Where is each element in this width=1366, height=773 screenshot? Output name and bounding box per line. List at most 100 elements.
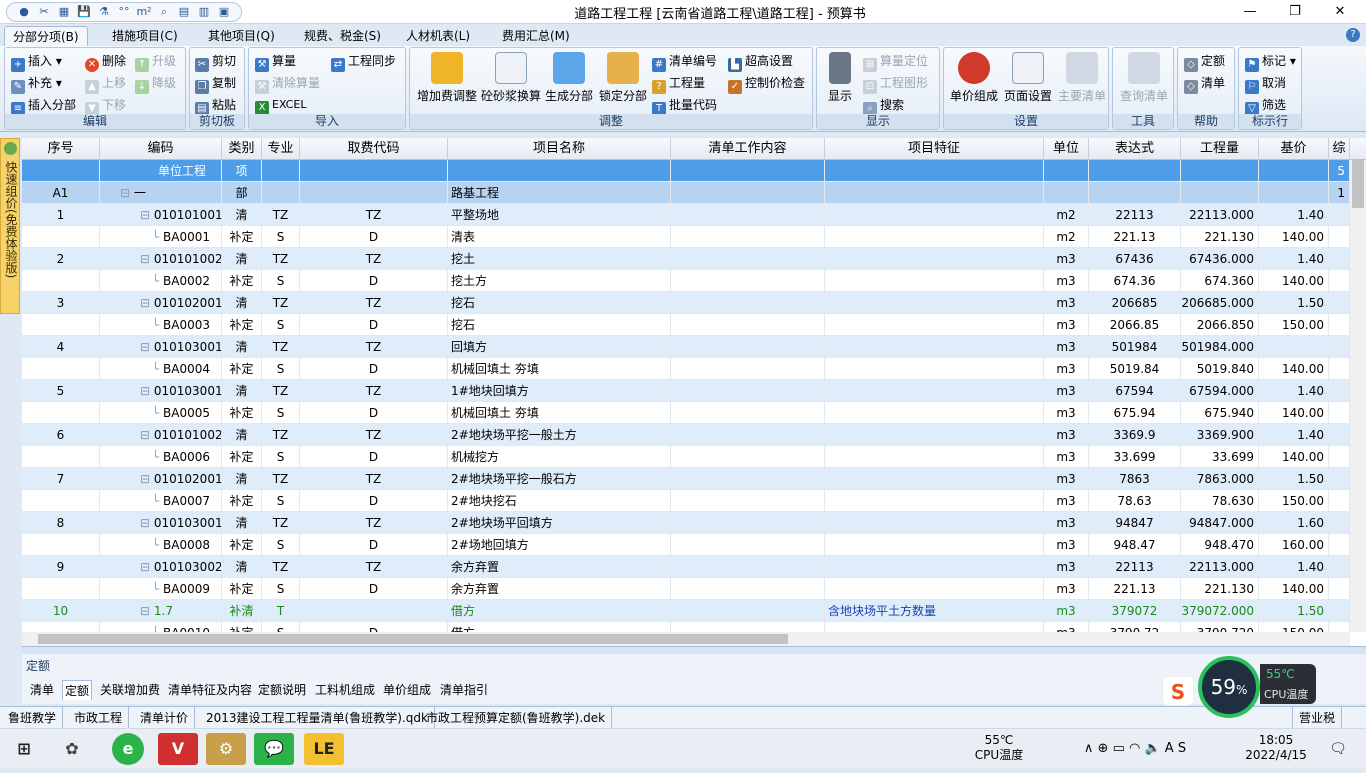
cell-specialty[interactable]: S <box>262 534 300 556</box>
cell-expression[interactable]: 221.13 <box>1089 226 1181 248</box>
cell-code[interactable]: 单位工程 <box>100 160 222 182</box>
cell-fee-code[interactable]: TZ <box>300 336 448 358</box>
cell-category[interactable]: 补定 <box>222 314 262 336</box>
table-row[interactable]: └ BA0004 补定 S D 机械回填土 夯填 m3 5019.84 5019.840 140… <box>22 358 1350 380</box>
cell-work-content[interactable] <box>671 248 825 270</box>
table-row[interactable]: └ BA0003 补定 S D 挖石 m3 2066.85 2066.850 150.00 <box>22 314 1350 336</box>
cell-composite[interactable] <box>1329 314 1350 336</box>
cell-code[interactable]: ⊟ 010102001002 <box>100 468 222 490</box>
cell-item-name[interactable]: 借方 <box>448 600 671 622</box>
cell-item-name[interactable]: 2#地块挖石 <box>448 490 671 512</box>
cell-fee-code[interactable]: TZ <box>300 424 448 446</box>
cell-code[interactable]: └ BA0003 <box>100 314 222 336</box>
cell-category[interactable]: 补定 <box>222 270 262 292</box>
cell-expression[interactable] <box>1089 182 1181 204</box>
cell-specialty[interactable]: T <box>262 600 300 622</box>
cell-item-name[interactable]: 2#场地回填方 <box>448 534 671 556</box>
cell-work-content[interactable] <box>671 512 825 534</box>
cell-quantity[interactable]: 67594.000 <box>1181 380 1259 402</box>
cell-code[interactable]: ⊟ 010103002001 <box>100 556 222 578</box>
cell-seq[interactable] <box>22 446 100 468</box>
cell-item-name[interactable]: 平整场地 <box>448 204 671 226</box>
tree-collapse-icon[interactable]: ⊟ <box>140 208 154 222</box>
header-col-specialty[interactable]: 专业 <box>262 138 300 160</box>
downgrade-button[interactable]: ↓ 降级 <box>135 73 176 94</box>
header-col-category[interactable]: 类别 <box>222 138 262 160</box>
cell-unit[interactable]: m3 <box>1044 314 1089 336</box>
cell-work-content[interactable] <box>671 556 825 578</box>
cell-expression[interactable]: 3369.9 <box>1089 424 1181 446</box>
cell-base-price[interactable]: 160.00 <box>1259 534 1329 556</box>
cell-quantity[interactable] <box>1181 160 1259 182</box>
cell-base-price[interactable]: 150.00 <box>1259 490 1329 512</box>
cell-unit[interactable]: m3 <box>1044 380 1089 402</box>
cell-fee-code[interactable]: TZ <box>300 468 448 490</box>
cell-expression[interactable]: 67594 <box>1089 380 1181 402</box>
table-row[interactable]: └ BA0007 补定 S D 2#地块挖石 m3 78.63 78.630 150.00 <box>22 490 1350 512</box>
cell-base-price[interactable] <box>1259 336 1329 358</box>
system-tray-icons[interactable]: ∧ ⊕ ▭ ◠ 🔈 A S <box>1040 729 1230 769</box>
cell-quantity[interactable]: 948.470 <box>1181 534 1259 556</box>
header-col-expression[interactable]: 表达式 <box>1089 138 1181 160</box>
cell-base-price[interactable]: 1.40 <box>1259 556 1329 578</box>
cell-base-price[interactable]: 1.40 <box>1259 424 1329 446</box>
cell-category[interactable]: 补定 <box>222 490 262 512</box>
cell-base-price[interactable]: 1.50 <box>1259 468 1329 490</box>
cell-work-content[interactable] <box>671 358 825 380</box>
cell-composite[interactable] <box>1329 600 1350 622</box>
tree-collapse-icon[interactable]: ⊟ <box>140 472 154 486</box>
tree-collapse-icon[interactable]: ⊟ <box>140 252 154 266</box>
cell-composite[interactable] <box>1329 248 1350 270</box>
tab-qita[interactable]: 其他项目(Q) <box>200 26 283 46</box>
cell-item-name[interactable]: 1#地块回填方 <box>448 380 671 402</box>
cell-item-name[interactable]: 2#地块场平挖一般土方 <box>448 424 671 446</box>
cell-composite[interactable] <box>1329 380 1350 402</box>
gen-part-button[interactable]: 生成分部 <box>542 52 596 104</box>
cell-expression[interactable]: 501984 <box>1089 336 1181 358</box>
cell-work-content[interactable] <box>671 204 825 226</box>
bottom-tab-unit-price[interactable]: 单价组成 <box>381 680 433 700</box>
sogou-ime-icon[interactable]: S <box>1162 676 1194 706</box>
cell-seq[interactable]: 6 <box>22 424 100 446</box>
cell-work-content[interactable] <box>671 160 825 182</box>
unit-price-button[interactable]: 单价组成 <box>946 52 1002 104</box>
cell-item-feature[interactable]: 含地块场平土方数量 <box>825 600 1044 622</box>
cell-category[interactable]: 清 <box>222 512 262 534</box>
cell-item-feature[interactable] <box>825 424 1044 446</box>
cell-base-price[interactable] <box>1259 182 1329 204</box>
cell-base-price[interactable]: 1.60 <box>1259 512 1329 534</box>
cell-work-content[interactable] <box>671 446 825 468</box>
cell-composite[interactable] <box>1329 336 1350 358</box>
cell-specialty[interactable]: TZ <box>262 556 300 578</box>
cell-unit[interactable]: m2 <box>1044 226 1089 248</box>
cell-item-feature[interactable] <box>825 468 1044 490</box>
cell-item-feature[interactable] <box>825 204 1044 226</box>
cell-seq[interactable]: 4 <box>22 336 100 358</box>
cell-fee-code[interactable]: TZ <box>300 248 448 270</box>
table-row[interactable]: 9 ⊟ 010103002001 清 TZ TZ 余方弃置 m3 22113 22113.000… <box>22 556 1350 578</box>
cell-fee-code[interactable]: TZ <box>300 204 448 226</box>
cell-expression[interactable] <box>1089 160 1181 182</box>
cell-fee-code[interactable]: TZ <box>300 512 448 534</box>
cell-category[interactable]: 补定 <box>222 578 262 600</box>
cell-composite[interactable] <box>1329 424 1350 446</box>
cell-seq[interactable] <box>22 402 100 424</box>
cell-code[interactable]: ⊟ 010103001002 <box>100 512 222 534</box>
cell-base-price[interactable] <box>1259 160 1329 182</box>
cell-seq[interactable] <box>22 358 100 380</box>
table-row[interactable]: └ BA0005 补定 S D 机械回填土 夯填 m3 675.94 675.940 140.0… <box>22 402 1350 424</box>
cell-unit[interactable] <box>1044 182 1089 204</box>
cell-item-name[interactable]: 2#地块场平挖一般石方 <box>448 468 671 490</box>
cell-base-price[interactable]: 140.00 <box>1259 402 1329 424</box>
help-icon[interactable]: ? <box>1346 28 1360 42</box>
cell-composite[interactable] <box>1329 556 1350 578</box>
cell-item-name[interactable]: 挖石 <box>448 314 671 336</box>
cell-fee-code[interactable]: D <box>300 578 448 600</box>
cell-specialty[interactable]: TZ <box>262 380 300 402</box>
cell-work-content[interactable] <box>671 490 825 512</box>
cell-item-name[interactable]: 机械回填土 夯填 <box>448 358 671 380</box>
table-row[interactable]: └ BA0008 补定 S D 2#场地回填方 m3 948.47 948.470 160.00 <box>22 534 1350 556</box>
cell-fee-code[interactable]: D <box>300 358 448 380</box>
cell-category[interactable]: 补定 <box>222 534 262 556</box>
quick-access-icon[interactable]: °° <box>115 4 133 20</box>
